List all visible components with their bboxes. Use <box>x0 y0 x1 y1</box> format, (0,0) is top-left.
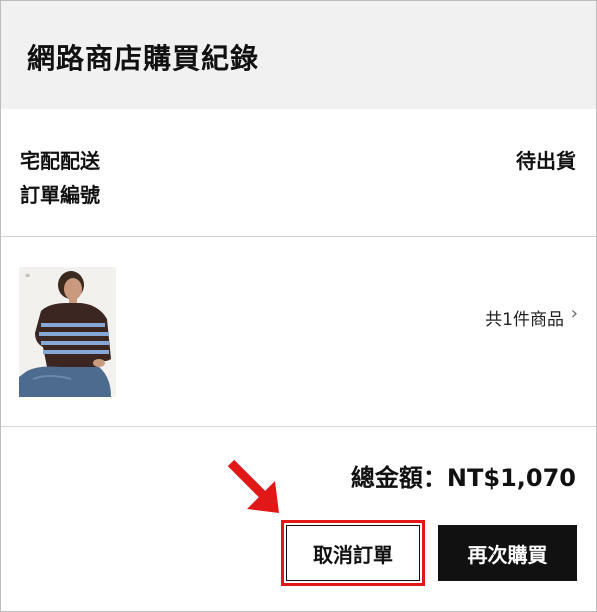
order-number-label: 訂單編號 <box>20 183 100 207</box>
svg-text:≡: ≡ <box>25 272 30 279</box>
product-thumbnail[interactable]: ≡ <box>19 267 116 397</box>
page-title: 網路商店購買紀錄 <box>27 42 260 75</box>
order-status: 待出貨 <box>516 149 576 173</box>
order-total: 總金額：NT$1,070 <box>350 464 576 492</box>
buy-again-button[interactable]: 再次購買 <box>438 525 577 581</box>
product-image-icon: ≡ <box>19 267 116 397</box>
items-summary-link[interactable]: 共1件商品 <box>485 305 564 330</box>
panel-header: 網路商店購買紀錄 <box>1 1 596 109</box>
chevron-right-icon[interactable]: › <box>571 303 578 324</box>
shipping-method: 宅配配送 <box>20 149 100 173</box>
purchase-record-panel: 網路商店購買紀錄 宅配配送 訂單編號 待出貨 ≡ 共1件商品 › 總金額：NT$… <box>0 0 597 612</box>
red-arrow-icon <box>227 459 279 513</box>
divider <box>1 426 596 427</box>
divider <box>1 236 596 237</box>
cancel-order-button[interactable]: 取消訂單 <box>281 520 425 586</box>
